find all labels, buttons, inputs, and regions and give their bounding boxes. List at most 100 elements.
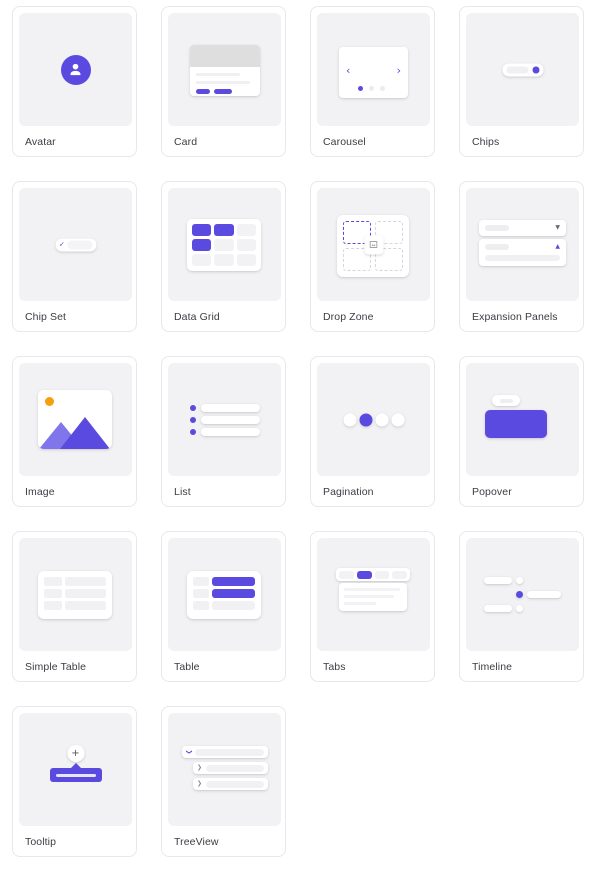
component-card-table[interactable]: Table (161, 531, 286, 682)
bullet-icon (190, 417, 196, 423)
treeview-node-expanded: ❯ (182, 746, 268, 758)
avatar-preview (19, 13, 132, 126)
carousel-dot (380, 86, 385, 91)
tab-active (356, 570, 372, 579)
chevron-down-icon: ▼ (555, 224, 560, 231)
chip (502, 63, 543, 76)
timeline-node (516, 577, 523, 584)
data-grid-cell (236, 224, 256, 236)
table (187, 571, 261, 619)
component-card-list[interactable]: List (161, 356, 286, 507)
component-label: Timeline (472, 661, 513, 673)
tab-bar (336, 568, 410, 581)
list-preview (168, 363, 281, 476)
component-label: Image (25, 486, 55, 498)
tab-panel-line (344, 595, 394, 598)
table-cell (65, 589, 106, 598)
chip-label-placeholder (67, 240, 92, 249)
component-card-tooltip[interactable]: + Tooltip (12, 706, 137, 857)
pagination-page-active (359, 413, 372, 426)
component-label: Tabs (323, 661, 346, 673)
treeview-node-collapsed: ❯ (193, 778, 268, 790)
table-cell (193, 589, 209, 598)
tab (339, 570, 354, 579)
expansion-panel-header: ▼ (485, 225, 560, 231)
data-grid-preview (168, 188, 281, 301)
bullet-icon (190, 429, 196, 435)
carousel-dot (369, 86, 374, 91)
expansion-panel-body (485, 255, 560, 261)
avatar (60, 54, 91, 85)
table-cell-highlighted (212, 589, 255, 598)
component-card-data-grid[interactable]: Data Grid (161, 181, 286, 332)
tab-panel-line (344, 588, 400, 591)
component-label: Simple Table (25, 661, 87, 673)
treeview-preview: ❯ ❯ ❯ (168, 713, 281, 826)
table-row (193, 589, 255, 598)
table-cell (65, 601, 106, 610)
data-grid-cell (236, 239, 256, 251)
component-card-expansion-panels[interactable]: ▼ ▲ Expansion Panels (459, 181, 584, 332)
component-card-popover[interactable]: Popover (459, 356, 584, 507)
carousel-dots (358, 86, 385, 91)
component-card-avatar[interactable]: Avatar (12, 6, 137, 157)
component-card-simple-table[interactable]: Simple Table (12, 531, 137, 682)
tooltip-preview: + (19, 713, 132, 826)
card-action-button (196, 89, 210, 94)
pagination-preview (317, 363, 430, 476)
table-cell (212, 601, 255, 610)
data-grid-cell (236, 254, 256, 266)
data-grid (187, 219, 261, 271)
expansion-panel-collapsed: ▼ (479, 220, 566, 236)
chevron-right-icon: ❯ (197, 764, 203, 771)
component-label: Chips (472, 136, 500, 148)
person-icon (70, 63, 81, 76)
component-card-treeview[interactable]: ❯ ❯ ❯ TreeView (161, 706, 286, 857)
timeline-item-content (484, 577, 512, 584)
bullet-icon (190, 405, 196, 411)
add-button: + (67, 745, 84, 762)
simple-table-preview (19, 538, 132, 651)
component-label: Avatar (25, 136, 56, 148)
chip-dot (532, 66, 539, 73)
tooltip-bubble (49, 768, 102, 782)
chip-set-preview: ✓ (19, 188, 132, 301)
check-icon: ✓ (59, 240, 65, 248)
card-actions (196, 89, 260, 94)
component-card-carousel[interactable]: ‹ › Carousel (310, 6, 435, 157)
data-grid-cell (214, 224, 234, 236)
treeview-node-label-placeholder (195, 748, 264, 756)
timeline-preview (466, 538, 579, 651)
carousel-dot (358, 86, 363, 91)
card-text-line (196, 81, 250, 84)
data-grid-row (192, 254, 256, 266)
expansion-panel-expanded: ▲ (479, 239, 566, 266)
component-card-tabs[interactable]: Tabs (310, 531, 435, 682)
expansion-panel-group: ▼ ▲ (479, 220, 566, 266)
image-frame (38, 390, 112, 449)
component-label: Drop Zone (323, 311, 374, 323)
component-card-chips[interactable]: Chips (459, 6, 584, 157)
table-preview (168, 538, 281, 651)
table-row (44, 601, 106, 610)
component-card-chip-set[interactable]: ✓ Chip Set (12, 181, 137, 332)
component-card-pagination[interactable]: Pagination (310, 356, 435, 507)
mountain-front-shape (60, 417, 110, 449)
sun-icon (45, 397, 54, 406)
component-card-drop-zone[interactable]: Drop Zone (310, 181, 435, 332)
component-card-timeline[interactable]: Timeline (459, 531, 584, 682)
timeline-item-content (484, 605, 512, 612)
component-card-image[interactable]: Image (12, 356, 137, 507)
tabs-preview (317, 538, 430, 651)
component-card-card[interactable]: Card (161, 6, 286, 157)
tab (392, 570, 407, 579)
drop-zone-drag-badge (364, 235, 383, 254)
expansion-panels-preview: ▼ ▲ (466, 188, 579, 301)
table-cell (193, 601, 209, 610)
timeline (484, 576, 562, 614)
plus-icon: + (71, 747, 80, 759)
component-label: Chip Set (25, 311, 67, 323)
mini-card (190, 45, 260, 96)
list-item (190, 416, 260, 424)
chevron-left-icon: ‹ (346, 64, 351, 77)
